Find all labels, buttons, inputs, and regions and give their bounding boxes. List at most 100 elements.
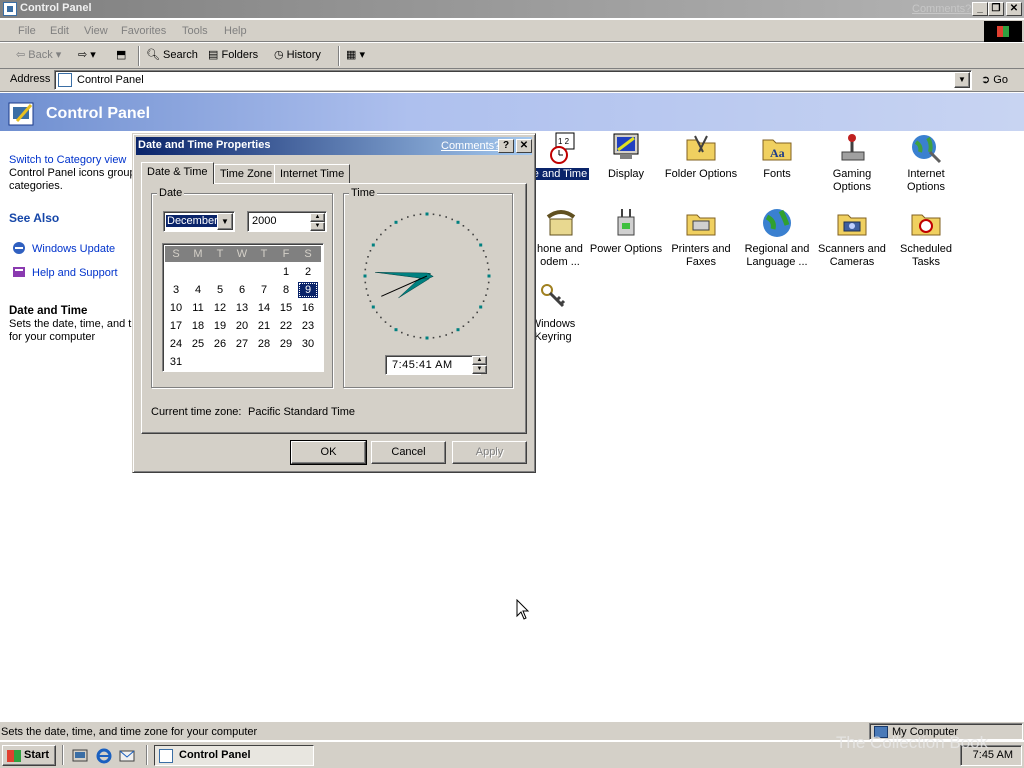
cp-icon-printers-and-faxes[interactable]: Printers and Faxes (663, 207, 739, 269)
cp-icon-label: Internet (907, 168, 945, 180)
calendar-day[interactable]: 5 (210, 282, 230, 298)
close-button[interactable]: ✕ (1006, 2, 1022, 16)
calendar-day[interactable]: 15 (276, 300, 296, 316)
calendar-day[interactable]: 12 (210, 300, 230, 316)
tab-date-and-time[interactable]: Date & Time (141, 162, 214, 184)
calendar-day[interactable]: 22 (276, 318, 296, 334)
dialog-close-button[interactable]: ✕ (516, 139, 532, 153)
time-value: 7:45:41 AM (392, 359, 453, 371)
calendar-day[interactable]: 6 (232, 282, 252, 298)
time-up-button[interactable]: ▲ (472, 356, 487, 365)
cp-icon-folder-options[interactable]: Folder Options (663, 132, 739, 181)
calendar: SMTWTFS 1 2 3 4 5 6 7 8 9 10 11 12 13 14 15 16 17 18 19 20 2… (162, 243, 324, 372)
menu-favorites[interactable]: Favorites (121, 25, 166, 37)
calendar-day[interactable]: 27 (232, 336, 252, 352)
calendar-day[interactable]: 10 (166, 300, 186, 316)
windows-update-link[interactable]: Windows Update (32, 243, 115, 255)
ok-button[interactable]: OK (290, 440, 367, 465)
help-and-support-link[interactable]: Help and Support (32, 267, 118, 279)
menu-help[interactable]: Help (224, 25, 247, 37)
history-button[interactable]: ◷ History (274, 48, 321, 61)
dialog-help-button[interactable]: ? (498, 139, 514, 153)
cp-icon-scanners-and-cameras[interactable]: Scanners and Cameras (814, 207, 890, 269)
cp-icon-scheduled-tasks[interactable]: Scheduled Tasks (888, 207, 964, 269)
year-up-button[interactable]: ▲ (310, 213, 325, 222)
calendar-day[interactable]: 18 (188, 318, 208, 334)
folders-button[interactable]: ▤ Folders (208, 48, 258, 61)
tab-internet-time[interactable]: Internet Time (274, 164, 351, 184)
calendar-day[interactable]: 30 (298, 336, 318, 352)
cp-icon-fonts[interactable]: Aa Fonts (739, 132, 815, 181)
address-input[interactable]: Control Panel ▼ (54, 70, 972, 90)
restore-button[interactable]: ❐ (988, 2, 1004, 16)
calendar-day[interactable]: 9 (298, 282, 318, 298)
address-dropdown-button[interactable]: ▼ (954, 72, 970, 88)
calendar-day[interactable]: 26 (210, 336, 230, 352)
comments-link[interactable]: Comments? (912, 3, 971, 15)
calendar-day[interactable]: 21 (254, 318, 274, 334)
calendar-day[interactable]: 20 (232, 318, 252, 334)
internet-explorer-icon[interactable] (96, 748, 112, 764)
go-button[interactable]: ➲ Go (981, 73, 1008, 86)
apply-button[interactable]: Apply (452, 441, 527, 464)
views-button[interactable]: ▦ ▾ (346, 48, 365, 61)
calendar-day[interactable]: 29 (276, 336, 296, 352)
switch-to-category-view-link[interactable]: Switch to Category view (9, 154, 126, 166)
forward-button[interactable]: ⇨ ▾ (78, 48, 96, 61)
cp-icon-display[interactable]: Display (588, 132, 664, 181)
outlook-express-icon[interactable] (119, 748, 135, 764)
show-desktop-icon[interactable] (72, 748, 88, 764)
menu-edit[interactable]: Edit (50, 25, 69, 37)
back-button[interactable]: ⇦ Back ▾ (16, 48, 61, 61)
clock-tick (487, 274, 491, 278)
up-folder-button[interactable]: ⬒ (116, 48, 126, 61)
calendar-day[interactable]: 3 (166, 282, 186, 298)
year-down-button[interactable]: ▼ (310, 222, 325, 231)
scheduled-tasks-icon (910, 207, 942, 239)
calendar-day[interactable]: 28 (254, 336, 274, 352)
clock-tick (432, 336, 435, 339)
calendar-day[interactable]: 16 (298, 300, 318, 316)
dialog-titlebar[interactable]: Date and Time Properties Comments? ? ✕ (136, 137, 532, 155)
calendar-day[interactable]: 23 (298, 318, 318, 334)
window-titlebar[interactable]: Control Panel Comments? _ ❐ ✕ (0, 0, 1024, 18)
history-icon: ◷ (274, 49, 284, 61)
year-stepper[interactable]: 2000 ▲ ▼ (247, 211, 327, 232)
calendar-weekday: W (236, 248, 248, 260)
month-dropdown-button[interactable]: ▼ (217, 213, 233, 230)
cp-icon-gaming-options[interactable]: Gaming Options (814, 132, 890, 194)
calendar-day[interactable]: 19 (210, 318, 230, 334)
minimize-button[interactable]: _ (972, 2, 988, 16)
calendar-day[interactable]: 1 (276, 264, 296, 280)
month-dropdown[interactable]: December ▼ (163, 211, 235, 232)
calendar-day[interactable]: 2 (298, 264, 318, 280)
cp-icon-label: Tasks (911, 256, 941, 268)
tab-time-zone[interactable]: Time Zone (214, 164, 279, 184)
calendar-day[interactable]: 17 (166, 318, 186, 334)
time-down-button[interactable]: ▼ (472, 365, 487, 374)
menu-file[interactable]: File (18, 25, 36, 37)
calendar-day[interactable]: 13 (232, 300, 252, 316)
taskbar-control-panel-button[interactable]: Control Panel (154, 745, 314, 766)
menu-view[interactable]: View (84, 25, 108, 37)
calendar-day[interactable]: 7 (254, 282, 274, 298)
start-button[interactable]: Start (2, 745, 56, 766)
cp-icon-internet-options[interactable]: Internet Options (888, 132, 964, 194)
calendar-day[interactable]: 11 (188, 300, 208, 316)
calendar-day[interactable]: 24 (166, 336, 186, 352)
search-button[interactable]: 🔍︎ Search (146, 48, 198, 61)
cp-icon-power-options[interactable]: Power Options (588, 207, 664, 256)
clock-tick (363, 274, 367, 278)
calendar-day[interactable]: 25 (188, 336, 208, 352)
calendar-day[interactable]: 14 (254, 300, 274, 316)
clock-tick (419, 336, 422, 339)
calendar-day[interactable]: 31 (166, 354, 186, 370)
calendar-day[interactable]: 4 (188, 282, 208, 298)
cp-icon-regional-and-language[interactable]: Regional and Language ... (739, 207, 815, 269)
calendar-day[interactable]: 8 (276, 282, 296, 298)
dialog-comments-link[interactable]: Comments? (441, 140, 500, 152)
calendar-weekday: S (172, 248, 180, 260)
cancel-button[interactable]: Cancel (371, 441, 446, 464)
menu-tools[interactable]: Tools (182, 25, 208, 37)
time-stepper[interactable]: 7:45:41 AM (385, 355, 481, 375)
